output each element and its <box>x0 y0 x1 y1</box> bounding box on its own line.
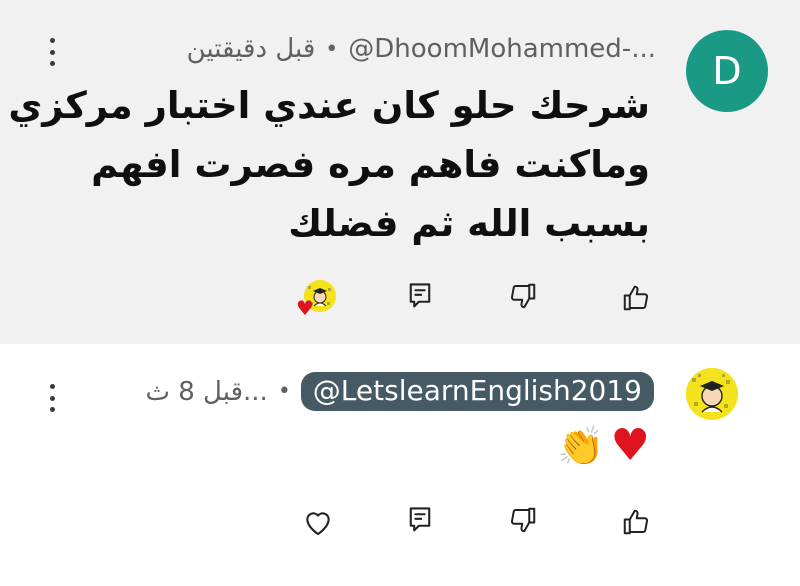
meta-separator: • <box>277 379 291 404</box>
clapping-hands-emoji: 👏 <box>557 424 605 468</box>
author-avatar[interactable]: D <box>686 30 768 112</box>
comment-line: شرحك حلو كان عندي اختبار مركزي <box>8 84 650 127</box>
comment-line: بسبب الله ثم فضلك <box>288 202 650 245</box>
comment-body: ♥ 👏 <box>557 424 650 468</box>
author-avatar[interactable] <box>686 368 738 420</box>
dislike-icon[interactable] <box>503 500 543 540</box>
comment-line: وماكنت فاهم مره فصرت افهم <box>91 143 650 186</box>
like-icon[interactable] <box>616 502 656 542</box>
creator-heart-badge[interactable]: ♥ <box>296 280 340 320</box>
comment-meta: @DhoomMohammed-... • قبل دقيقتين <box>187 34 656 64</box>
like-icon[interactable] <box>616 278 656 318</box>
more-vert-icon[interactable] <box>48 38 56 66</box>
heart-outline-icon[interactable] <box>298 502 338 542</box>
author-handle-creator[interactable]: @LetslearnEnglish2019 <box>300 372 654 411</box>
red-heart-emoji: ♥ <box>610 420 650 471</box>
more-vert-icon[interactable] <box>48 384 56 412</box>
heart-icon: ♥ <box>296 296 314 320</box>
meta-separator: • <box>325 36 339 62</box>
comment-body: شرحك حلو كان عندي اختبار مركزي وماكنت فا… <box>8 76 650 253</box>
reply-icon[interactable] <box>400 500 440 540</box>
avatar-letter: D <box>712 49 742 93</box>
comment-thread-1: D @DhoomMohammed-... • قبل دقيقتين شرحك … <box>0 0 800 344</box>
reply-icon[interactable] <box>400 276 440 316</box>
author-handle[interactable]: @DhoomMohammed-... <box>348 34 656 64</box>
comment-time[interactable]: قبل دقيقتين <box>187 34 316 64</box>
comment-meta: @LetslearnEnglish2019 • قبل 8 ث... <box>145 372 654 411</box>
comment-thread-2: @LetslearnEnglish2019 • قبل 8 ث... ♥ 👏 <box>0 344 800 586</box>
comment-time[interactable]: قبل 8 ث... <box>145 377 267 407</box>
dislike-icon[interactable] <box>503 276 543 316</box>
